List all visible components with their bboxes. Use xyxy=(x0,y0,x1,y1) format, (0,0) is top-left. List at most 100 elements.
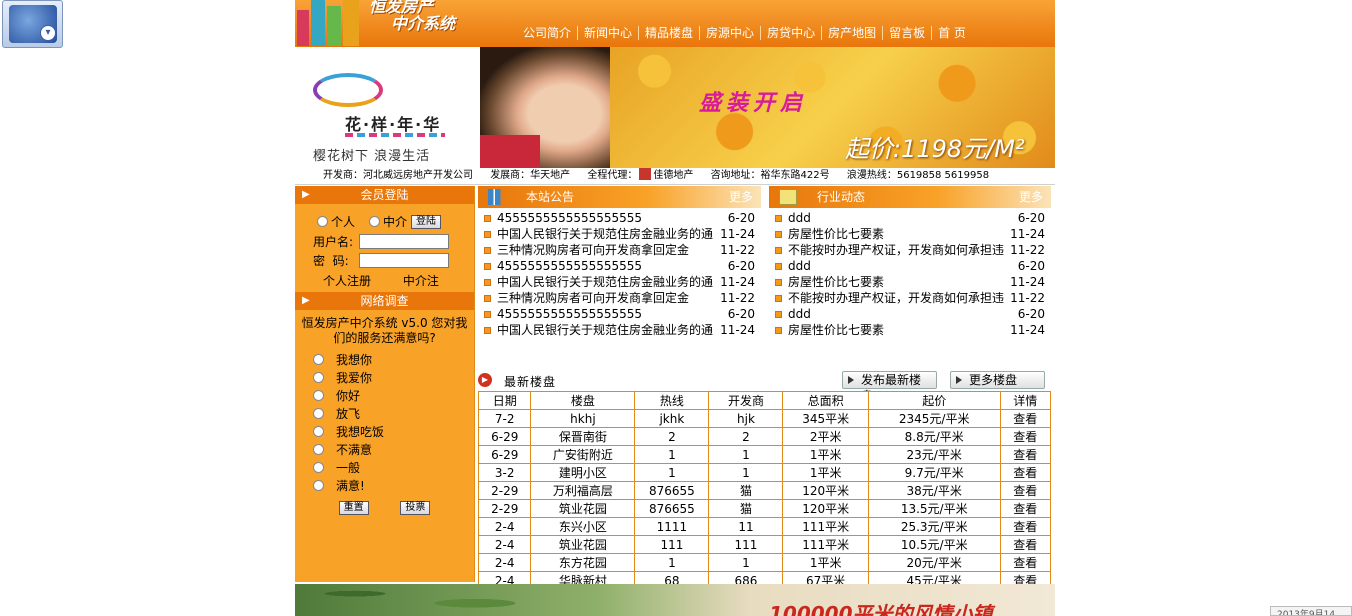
nav-guestbook[interactable]: 留言板 xyxy=(883,26,933,40)
survey-option[interactable]: 满意! xyxy=(299,476,470,494)
table-row: 2-4 东兴小区 1111 11 111平米 25.3元/平米 查看 xyxy=(477,517,1052,536)
reset-button[interactable]: 重置 xyxy=(338,501,369,515)
survey-option[interactable]: 你好 xyxy=(299,386,470,404)
ad-banner[interactable]: 花·样·年·华 樱花树下 浪漫生活 盛装开启 起价:1198元/M² xyxy=(295,47,1055,168)
list-item[interactable]: 房屋性价比七要素 11-24 xyxy=(775,323,1045,338)
table-cell: 345平米 xyxy=(782,409,869,428)
list-item[interactable]: 不能按时办理产权证，开发商如何承担违 11-22 xyxy=(775,243,1045,258)
publish-listing-button[interactable]: 发布最新楼盘 xyxy=(842,371,937,403)
nav-company[interactable]: 公司简介 xyxy=(517,26,579,40)
item-title[interactable]: 房屋性价比七要素 xyxy=(788,275,1007,290)
hotline-text: 浪漫热线：5619858 5619958 xyxy=(846,170,990,181)
table-row: 7-2 hkhj jkhk hjk 345平米 2345元/平米 查看 xyxy=(477,409,1052,428)
triangle-right-icon xyxy=(848,376,854,384)
list-item[interactable]: ddd 6-20 xyxy=(775,259,1045,274)
item-title[interactable]: 不能按时办理产权证，开发商如何承担违 xyxy=(788,243,1007,258)
login-button[interactable]: 登陆 xyxy=(411,214,442,229)
view-detail-link[interactable]: 查看 xyxy=(999,445,1052,464)
list-item[interactable]: 4555555555555555555 6-20 xyxy=(484,307,755,322)
list-item[interactable]: 中国人民银行关于规范住房金融业务的通 11-24 xyxy=(484,275,755,290)
item-title[interactable]: 4555555555555555555 xyxy=(497,211,717,226)
view-detail-link[interactable]: 查看 xyxy=(999,481,1052,500)
view-detail-link[interactable]: 查看 xyxy=(999,409,1052,428)
survey-option[interactable]: 一般 xyxy=(299,458,470,476)
vote-button[interactable]: 投票 xyxy=(400,501,431,515)
list-item[interactable]: 4555555555555555555 6-20 xyxy=(484,259,755,274)
table-cell: 38元/平米 xyxy=(867,481,1001,500)
password-input[interactable] xyxy=(359,253,449,268)
table-cell: 1 xyxy=(708,445,784,464)
radio-agency[interactable] xyxy=(369,216,381,227)
nav-home[interactable]: 首 页 xyxy=(932,26,972,40)
view-detail-link[interactable]: 查看 xyxy=(999,463,1052,482)
survey-option[interactable]: 我想你 xyxy=(299,350,470,368)
survey-radio[interactable] xyxy=(313,371,324,383)
site-logo[interactable]: 恒发房产 中介系统 xyxy=(295,0,470,46)
nav-listings[interactable]: 房源中心 xyxy=(700,26,762,40)
radio-personal[interactable] xyxy=(317,216,328,227)
nav-news[interactable]: 新闻中心 xyxy=(578,26,640,40)
item-title[interactable]: 4555555555555555555 xyxy=(497,259,717,274)
banner-slogan: 花·样·年·华 xyxy=(345,115,442,134)
item-title[interactable]: ddd xyxy=(788,211,1007,226)
list-item[interactable]: 三种情况购房者可向开发商拿回定金 11-22 xyxy=(484,291,755,306)
list-item[interactable]: 三种情况购房者可向开发商拿回定金 11-22 xyxy=(484,243,755,258)
view-detail-link[interactable]: 查看 xyxy=(999,427,1052,446)
username-input[interactable] xyxy=(359,234,449,249)
nav-loans[interactable]: 房贷中心 xyxy=(761,26,823,40)
building-icon xyxy=(488,189,506,205)
more-listings-button[interactable]: 更多楼盘 xyxy=(950,371,1045,389)
bullet-icon xyxy=(484,279,491,286)
industry-more-link[interactable]: 更多 xyxy=(1019,186,1043,208)
list-item[interactable]: 房屋性价比七要素 11-24 xyxy=(775,275,1045,290)
item-title[interactable]: 中国人民银行关于规范住房金融业务的通 xyxy=(497,323,717,338)
item-title[interactable]: 4555555555555555555 xyxy=(497,307,717,322)
nav-featured[interactable]: 精品楼盘 xyxy=(639,26,701,40)
desktop-shortcut-icon[interactable]: ▾ xyxy=(2,0,63,48)
item-title[interactable]: 房屋性价比七要素 xyxy=(788,227,1007,242)
table-cell: 23元/平米 xyxy=(867,445,1001,464)
table-cell: 120平米 xyxy=(782,499,869,518)
list-item[interactable]: 房屋性价比七要素 11-24 xyxy=(775,227,1045,242)
list-item[interactable]: ddd 6-20 xyxy=(775,211,1045,226)
list-item[interactable]: ddd 6-20 xyxy=(775,307,1045,322)
nav-map[interactable]: 房产地图 xyxy=(822,26,884,40)
view-detail-link[interactable]: 查看 xyxy=(999,499,1052,518)
survey-radio[interactable] xyxy=(313,407,324,419)
list-item[interactable]: 中国人民银行关于规范住房金融业务的通 11-24 xyxy=(484,227,755,242)
item-title[interactable]: 房屋性价比七要素 xyxy=(788,323,1007,338)
bullet-icon xyxy=(484,231,491,238)
item-title[interactable]: ddd xyxy=(788,259,1007,274)
survey-radio[interactable] xyxy=(313,353,324,365)
survey-option[interactable]: 我想吃饭 xyxy=(299,422,470,440)
item-title[interactable]: 中国人民银行关于规范住房金融业务的通 xyxy=(497,227,717,242)
item-title[interactable]: 三种情况购房者可向开发商拿回定金 xyxy=(497,243,717,258)
list-item[interactable]: 中国人民银行关于规范住房金融业务的通 11-24 xyxy=(484,323,755,338)
view-detail-link[interactable]: 查看 xyxy=(999,553,1052,572)
item-title[interactable]: ddd xyxy=(788,307,1007,322)
view-detail-link[interactable]: 查看 xyxy=(999,517,1052,536)
item-title[interactable]: 三种情况购房者可向开发商拿回定金 xyxy=(497,291,717,306)
table-cell: 2-4 xyxy=(477,517,532,536)
banner-open-text: 盛装开启 xyxy=(699,91,808,116)
item-title[interactable]: 中国人民银行关于规范住房金融业务的通 xyxy=(497,275,717,290)
table-cell: 万利福高层 xyxy=(530,481,636,500)
agent-logo-icon xyxy=(639,168,652,180)
building-icon xyxy=(343,0,359,46)
bottom-ad-banner[interactable]: 100000平米的风情小镇 xyxy=(295,584,1055,616)
survey-radio[interactable] xyxy=(313,443,324,455)
notice-more-link[interactable]: 更多 xyxy=(729,186,753,208)
survey-radio[interactable] xyxy=(313,479,324,491)
survey-radio[interactable] xyxy=(313,461,324,473)
list-item[interactable]: 不能按时办理产权证，开发商如何承担违 11-22 xyxy=(775,291,1045,306)
survey-radio[interactable] xyxy=(313,425,324,437)
survey-radio[interactable] xyxy=(313,389,324,401)
survey-option[interactable]: 不满意 xyxy=(299,440,470,458)
survey-option[interactable]: 放飞 xyxy=(299,404,470,422)
item-title[interactable]: 不能按时办理产权证，开发商如何承担违 xyxy=(788,291,1007,306)
register-personal-link[interactable]: 个人注册 xyxy=(323,274,371,288)
view-detail-link[interactable]: 查看 xyxy=(999,535,1052,554)
survey-option[interactable]: 我爱你 xyxy=(299,368,470,386)
list-item[interactable]: 4555555555555555555 6-20 xyxy=(484,211,755,226)
survey-header: ▶ 网络调查 xyxy=(295,292,474,310)
